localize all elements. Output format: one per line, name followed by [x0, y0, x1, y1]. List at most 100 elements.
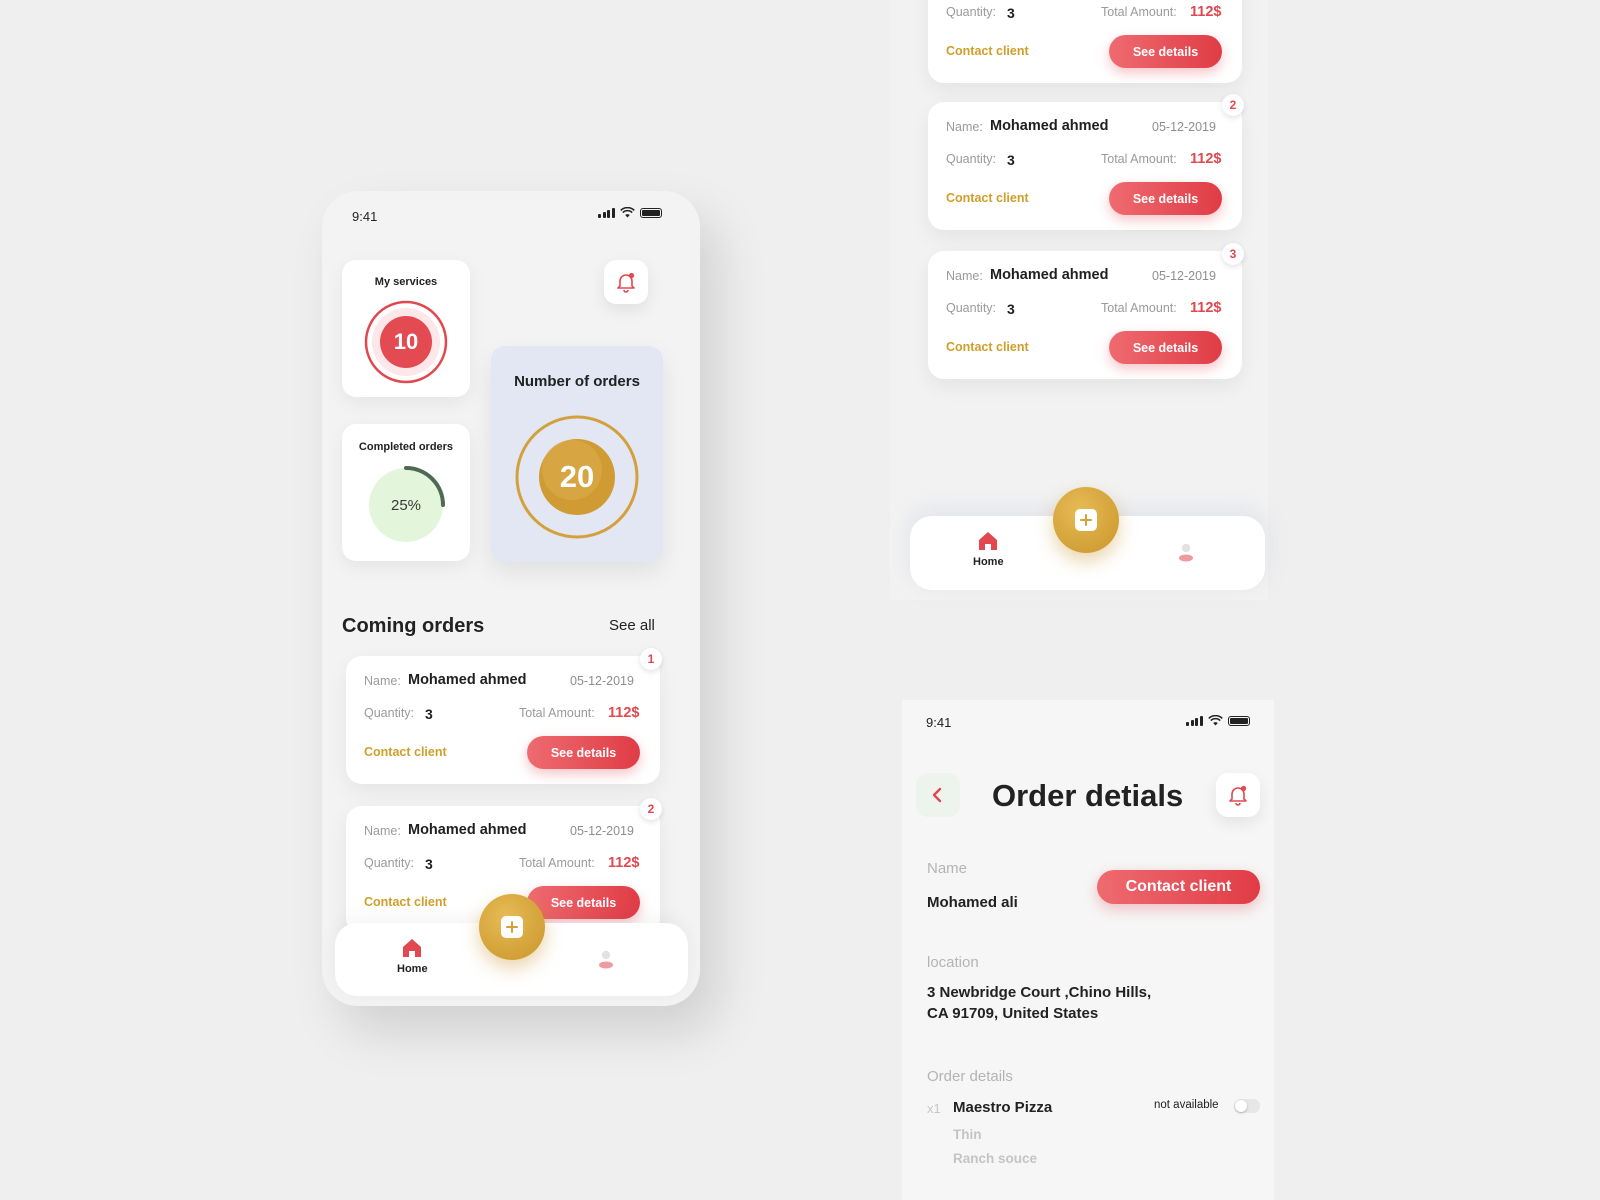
client-name: Mohamed ahmed	[990, 267, 1109, 283]
total-label: Total Amount:	[519, 856, 595, 870]
notification-button-2[interactable]	[1216, 773, 1260, 817]
contact-client-link[interactable]: Contact client	[364, 895, 447, 909]
total-amount: 112$	[1190, 300, 1222, 316]
quantity-value: 3	[1007, 152, 1015, 168]
home-icon	[979, 532, 998, 550]
contact-client-link[interactable]: Contact client	[946, 191, 1029, 205]
order-date: 05-12-2019	[1152, 120, 1216, 134]
quantity-label: Quantity:	[946, 301, 997, 315]
bell-icon	[1229, 785, 1247, 806]
location-line-1: 3 Newbridge Court ,Chino Hills,	[927, 984, 1152, 1001]
number-of-orders-card[interactable]: Number of orders 20	[491, 346, 663, 562]
see-details-button[interactable]: See details	[1109, 35, 1222, 68]
signal-icon	[1186, 715, 1203, 726]
nav-home-2[interactable]: Home	[973, 530, 1004, 568]
coming-orders-title: Coming orders	[342, 615, 485, 637]
order-card[interactable]: Name: Mohamed ahmed 05-12-2019 Quantity: 3 To…	[346, 648, 662, 784]
availability-toggle[interactable]	[1234, 1099, 1260, 1113]
contact-client-link[interactable]: Contact client	[946, 44, 1029, 58]
see-details-button[interactable]: See details	[527, 736, 640, 769]
see-details-button[interactable]: See details	[1109, 331, 1222, 364]
total-label: Total Amount:	[1101, 5, 1177, 19]
contact-client-link[interactable]: Contact client	[364, 745, 447, 759]
status-time-2: 9:41	[926, 715, 952, 730]
item-option-1: Thin	[953, 1127, 982, 1142]
bell-icon	[617, 272, 635, 293]
plus-icon	[1075, 509, 1097, 531]
wifi-icon	[619, 207, 635, 218]
item-availability: not available	[1154, 1099, 1219, 1111]
location-label: location	[927, 954, 979, 971]
name-value: Mohamed ali	[927, 894, 1018, 911]
order-card[interactable]: Name:Quantity:3Total Amount:112$Contact …	[928, 0, 1242, 83]
completed-orders-card[interactable]: Completed orders 25%	[342, 424, 470, 561]
battery-icon	[1227, 715, 1250, 726]
my-services-title: My services	[374, 276, 438, 288]
dashboard-screen: 9:41 My services 10 Completed orders 25%	[322, 191, 700, 1006]
total-label: Total Amount:	[1101, 301, 1177, 315]
order-number-badge: 2	[1222, 94, 1244, 116]
my-services-card[interactable]: My services 10	[342, 260, 470, 397]
name-label: Name	[927, 860, 968, 877]
home-icon	[403, 939, 422, 957]
name-label: Name:	[946, 120, 983, 134]
nav-home-label: Home	[397, 963, 428, 975]
completed-orders-title: Completed orders	[358, 441, 454, 453]
see-details-button[interactable]: See details	[1109, 182, 1222, 215]
nav-home[interactable]: Home	[397, 937, 428, 975]
item-quantity: x1	[927, 1101, 941, 1116]
number-of-orders-title: Number of orders	[514, 373, 640, 390]
order-number-badge: 3	[1222, 243, 1244, 265]
add-button[interactable]	[479, 894, 545, 960]
quantity-value: 3	[1007, 301, 1015, 317]
client-name: Mohamed ahmed	[408, 672, 527, 688]
quantity-value: 3	[425, 856, 433, 872]
see-details-button[interactable]: See details	[527, 886, 640, 919]
location-line-2: CA 91709, United States	[927, 1005, 1099, 1022]
user-icon[interactable]	[597, 949, 615, 969]
quantity-label: Quantity:	[946, 152, 997, 166]
item-name: Maestro Pizza	[953, 1099, 1053, 1116]
order-date: 05-12-2019	[1152, 269, 1216, 283]
name-label: Name:	[364, 824, 401, 838]
name-label: Name:	[946, 269, 983, 283]
total-label: Total Amount:	[1101, 152, 1177, 166]
total-amount: 112$	[608, 705, 640, 721]
item-option-2: Ranch souce	[953, 1151, 1038, 1166]
nav-home-label-2: Home	[973, 556, 1004, 568]
contact-client-button[interactable]: Contact client	[1097, 870, 1260, 904]
signal-icon	[598, 207, 615, 218]
contact-client-link[interactable]: Contact client	[946, 340, 1029, 354]
quantity-label: Quantity:	[364, 706, 415, 720]
battery-icon	[639, 207, 662, 218]
order-number-badge: 1	[640, 648, 662, 670]
total-amount: 112$	[608, 855, 640, 871]
status-time: 9:41	[352, 209, 378, 224]
order-date: 05-12-2019	[570, 824, 634, 838]
name-label: Name:	[364, 674, 401, 688]
order-card[interactable]: Name: Mohamed ahmed 05-12-2019 Quantity: 3 To…	[928, 243, 1244, 379]
order-number-badge: 2	[640, 798, 662, 820]
quantity-label: Quantity:	[946, 5, 997, 19]
order-card[interactable]: Name: Mohamed ahmed 05-12-2019 Quantity: 3 To…	[928, 94, 1244, 230]
number-of-orders-value: 20	[559, 459, 595, 494]
plus-icon	[501, 916, 523, 938]
chevron-left-icon	[932, 787, 942, 803]
quantity-label: Quantity:	[364, 856, 415, 870]
total-amount: 112$	[1190, 4, 1222, 20]
total-label: Total Amount:	[519, 706, 595, 720]
see-all-link[interactable]: See all	[609, 617, 655, 634]
quantity-value: 3	[425, 706, 433, 722]
back-button[interactable]	[916, 773, 960, 817]
order-details-screen	[902, 700, 1274, 1200]
wifi-icon	[1207, 715, 1223, 726]
status-icons	[598, 207, 662, 218]
client-name: Mohamed ahmed	[990, 118, 1109, 134]
my-services-value: 10	[393, 329, 419, 354]
completed-orders-percent: 25%	[390, 496, 422, 514]
add-button-2[interactable]	[1053, 487, 1119, 553]
notification-button[interactable]	[604, 260, 648, 304]
user-icon[interactable]	[1177, 542, 1195, 562]
order-details-label: Order details	[927, 1068, 1013, 1085]
quantity-value: 3	[1007, 5, 1015, 21]
